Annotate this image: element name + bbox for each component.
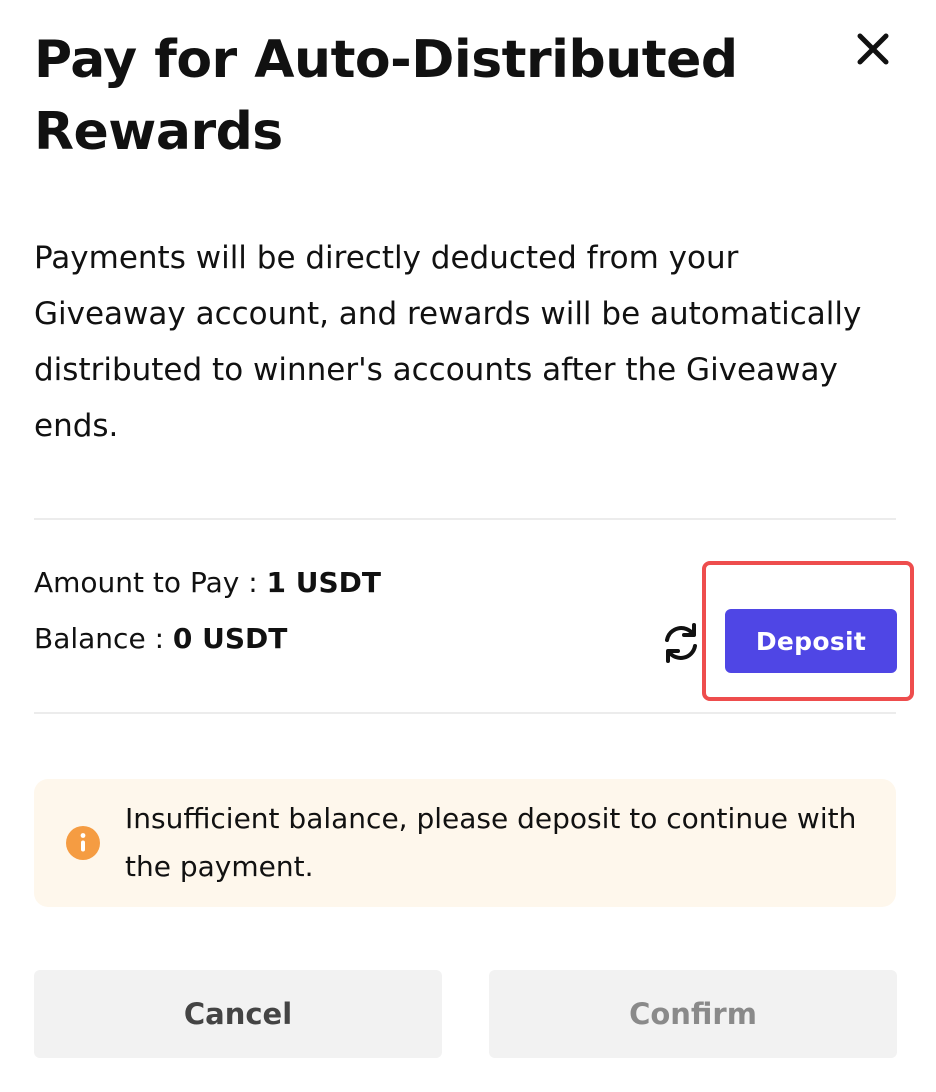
balance: Balance : 0 USDT <box>34 619 287 659</box>
confirm-button[interactable]: Confirm <box>489 970 897 1058</box>
deposit-button[interactable]: Deposit <box>725 609 897 673</box>
divider <box>34 518 896 520</box>
close-button[interactable] <box>850 26 896 72</box>
insufficient-balance-alert: Insufficient balance, please deposit to … <box>34 779 896 907</box>
balance-label: Balance : <box>34 622 173 655</box>
amount-label: Amount to Pay : <box>34 566 267 599</box>
refresh-balance-button[interactable] <box>656 618 706 668</box>
divider <box>34 712 896 714</box>
alert-text: Insufficient balance, please deposit to … <box>125 802 857 883</box>
balance-value: 0 USDT <box>172 622 288 655</box>
amount-value: 1 USDT <box>266 566 382 599</box>
dialog-description: Payments will be directly deducted from … <box>34 240 862 444</box>
payment-dialog: Pay for Auto-Distributed Rewards Payment… <box>0 0 936 1092</box>
info-icon <box>66 826 100 860</box>
amount-to-pay: Amount to Pay : 1 USDT <box>34 563 381 603</box>
dialog-title: Pay for Auto-Distributed Rewards <box>34 30 738 162</box>
refresh-icon <box>665 623 697 663</box>
close-icon <box>857 33 889 65</box>
cancel-button[interactable]: Cancel <box>34 970 442 1058</box>
